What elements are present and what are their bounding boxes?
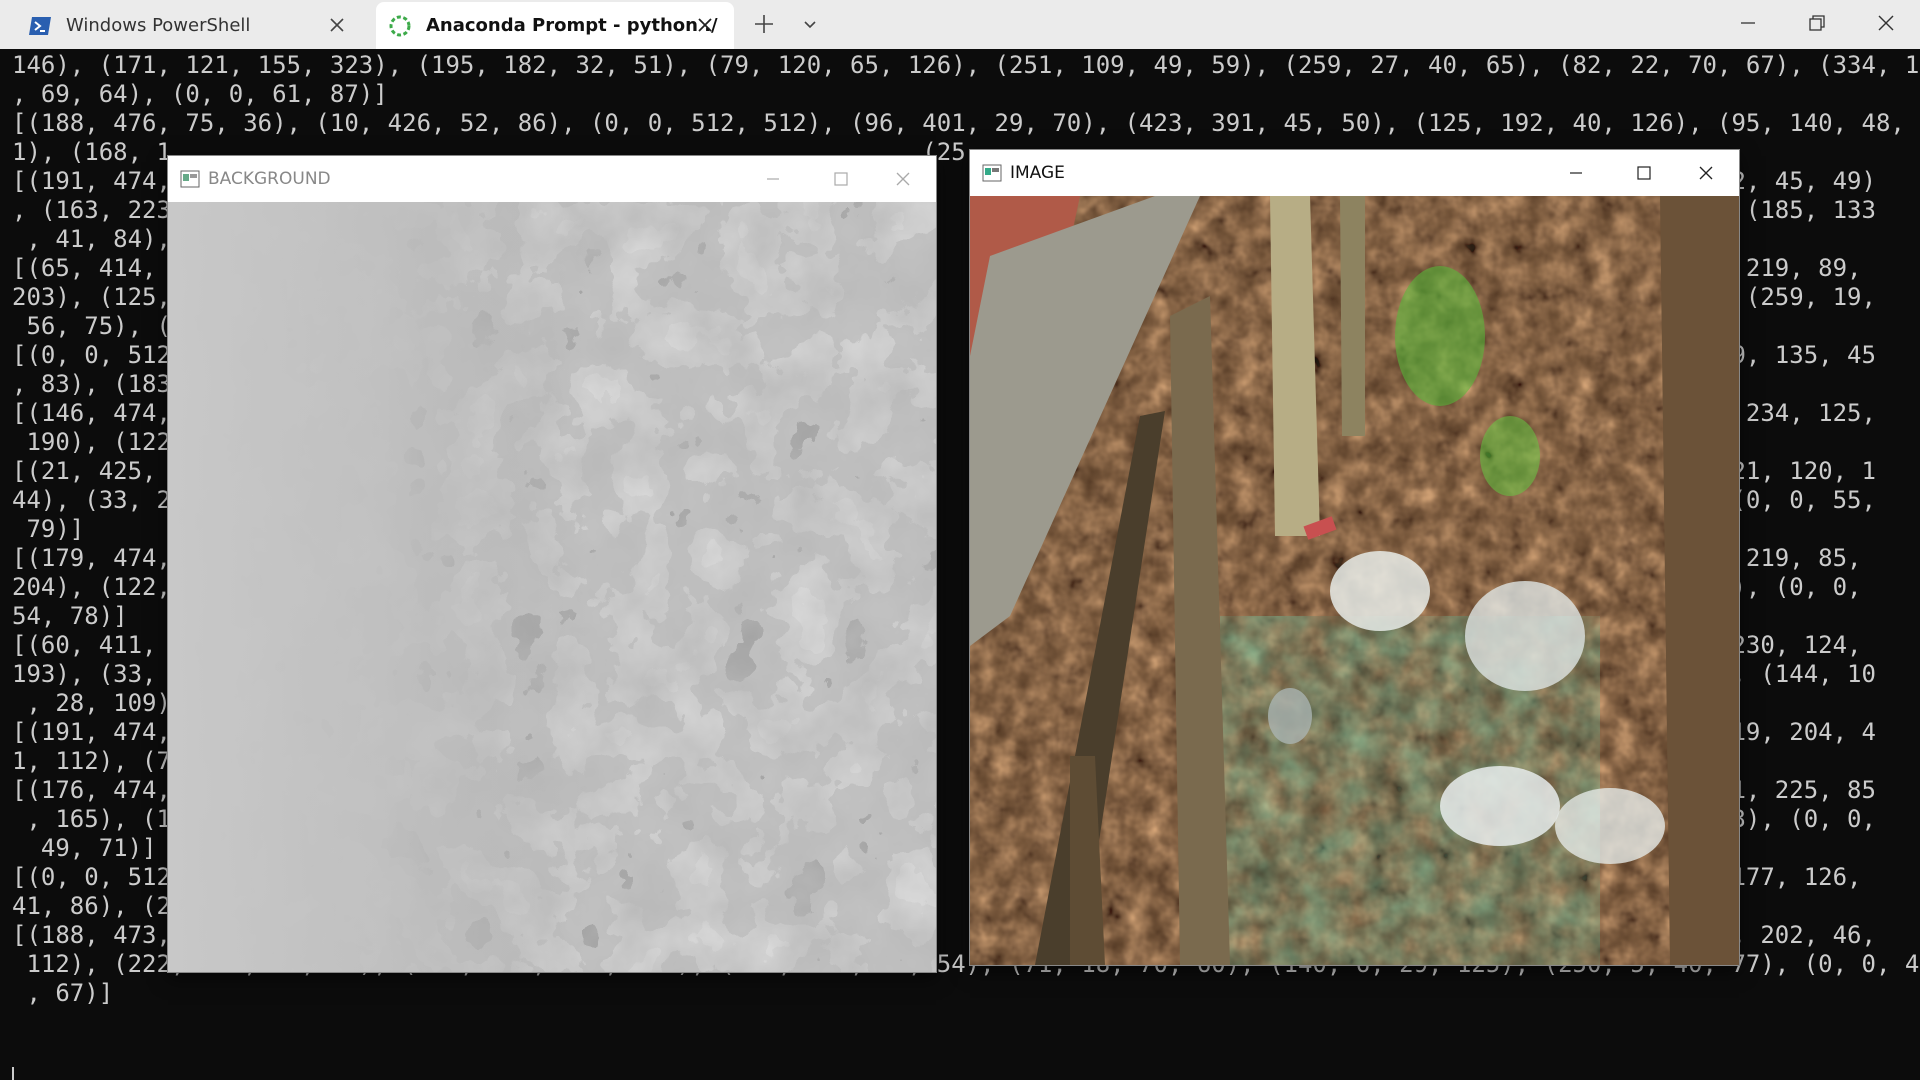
tab-label: Anaconda Prompt - python ./ <box>426 15 718 36</box>
background-image <box>168 202 936 972</box>
window-title: IMAGE <box>1010 163 1065 183</box>
maximize-icon <box>1637 166 1651 180</box>
image-window[interactable]: IMAGE <box>970 150 1739 965</box>
close-button[interactable] <box>1683 150 1729 196</box>
terminal-line: 41, 86), (2 <box>12 892 171 920</box>
background-window[interactable]: BACKGROUND <box>168 156 936 972</box>
minimize-button[interactable] <box>1714 0 1782 46</box>
text-cursor <box>12 1067 14 1080</box>
minimize-icon <box>767 178 779 180</box>
minimize-button[interactable] <box>750 156 796 202</box>
tab-windows-powershell[interactable]: Windows PowerShell <box>0 2 364 49</box>
close-icon <box>1878 15 1894 31</box>
terminal-line: 54, 78)] <box>12 602 128 630</box>
terminal-line: , 69, 64), (0, 0, 61, 87)] <box>12 80 388 108</box>
restore-button[interactable] <box>1783 0 1851 46</box>
loading-spinner-icon <box>389 15 411 36</box>
close-window-button[interactable] <box>1852 0 1920 46</box>
terminal-line: , 67)] <box>12 979 114 1007</box>
maximize-button[interactable] <box>818 156 864 202</box>
chevron-down-icon <box>804 21 816 29</box>
minimize-icon <box>1570 172 1582 174</box>
close-icon <box>896 172 910 186</box>
terminal-line: 49, 71)] <box>12 834 157 862</box>
close-tab-icon[interactable] <box>326 14 348 36</box>
tab-label: Windows PowerShell <box>66 15 251 36</box>
terminal-line: [(188, 476, 75, 36), (10, 426, 52, 86), … <box>12 109 1920 137</box>
tab-dropdown-button[interactable] <box>796 10 824 38</box>
terminal-line: , 28, 109), <box>12 689 186 717</box>
image-window-titlebar[interactable]: IMAGE <box>970 150 1739 196</box>
opencv-window-icon <box>180 170 200 188</box>
title-bar: Windows PowerShell Anaconda Prompt - pyt… <box>0 0 1920 49</box>
close-button[interactable] <box>880 156 926 202</box>
close-tab-icon[interactable] <box>694 14 716 36</box>
maximize-button[interactable] <box>1621 150 1667 196</box>
minimize-button[interactable] <box>1553 150 1599 196</box>
terminal-line: 146), (171, 121, 155, 323), (195, 182, 3… <box>12 51 1920 79</box>
minimize-icon <box>1741 22 1755 24</box>
background-window-titlebar[interactable]: BACKGROUND <box>168 156 936 202</box>
maximize-icon <box>834 172 848 186</box>
new-tab-button[interactable] <box>750 10 778 38</box>
opencv-window-icon <box>982 164 1002 182</box>
close-icon <box>1699 166 1713 180</box>
camera-image <box>970 196 1739 965</box>
plus-icon <box>755 15 773 33</box>
terminal-line: 79)] <box>12 515 85 543</box>
restore-icon <box>1809 15 1825 31</box>
powershell-icon <box>29 16 51 35</box>
window-title: BACKGROUND <box>208 169 331 189</box>
tab-anaconda-prompt[interactable]: Anaconda Prompt - python ./ <box>376 2 734 49</box>
